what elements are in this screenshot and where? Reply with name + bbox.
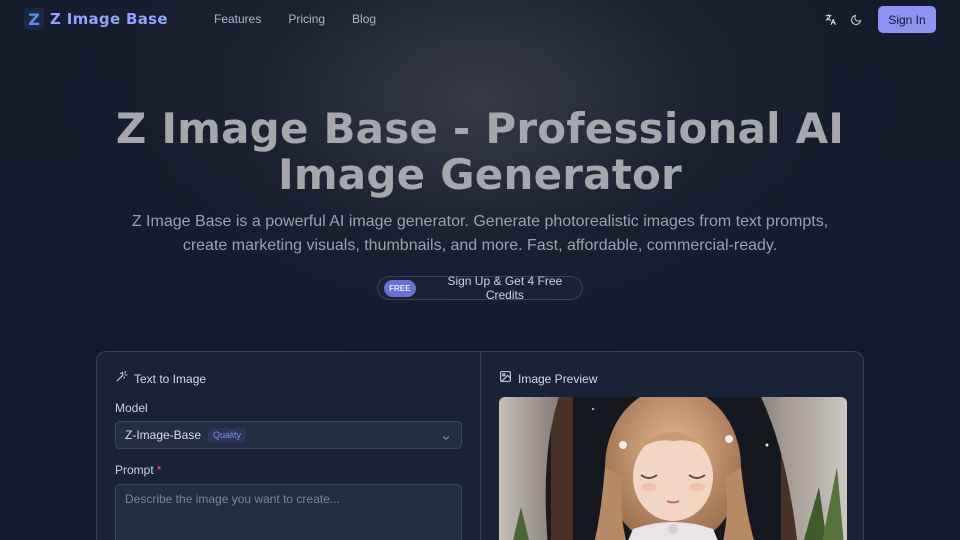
sign-in-button[interactable]: Sign In [878,6,936,33]
hero-title-line-2: Image Generator [278,150,682,199]
image-icon [499,370,512,388]
moon-icon[interactable] [846,10,866,30]
nav-links: Features Pricing Blog [214,12,403,26]
model-value: Z-Image-Base [125,428,202,442]
magic-wand-icon [115,370,128,388]
logo[interactable]: Z Z Image Base [24,8,168,30]
nav-link-features[interactable]: Features [214,12,261,26]
chevron-down-icon [441,430,451,448]
translate-icon[interactable] [820,10,840,30]
generator-panel: Text to Image Model Z-Image-Base Quality… [96,351,864,540]
hero-title-line-1: Z Image Base - Professional AI [115,104,845,153]
logo-text: Z Image Base [50,10,168,28]
preview-illustration [499,397,847,540]
model-select[interactable]: Z-Image-Base Quality [115,421,462,449]
hero-section: Z Image Base - Professional AI Image Gen… [0,106,960,303]
form-header: Text to Image [115,370,206,388]
nav-link-blog[interactable]: Blog [352,12,376,26]
text-to-image-form: Text to Image Model Z-Image-Base Quality… [97,352,481,540]
free-credits-cta[interactable]: FREE Sign Up & Get 4 Free Credits [377,274,583,302]
required-marker: * [156,463,162,477]
logo-mark: Z [24,8,44,30]
form-title: Text to Image [134,372,207,386]
image-preview-panel: Image Preview [481,352,863,540]
preview-title: Image Preview [518,372,598,386]
prompt-label-text: Prompt [115,463,154,477]
hero-title: Z Image Base - Professional AI Image Gen… [0,106,960,198]
model-label: Model [115,401,148,415]
quality-badge: Quality [208,427,247,443]
prompt-label: Prompt * [115,463,161,477]
hero-subtitle: Z Image Base is a powerful AI image gene… [131,213,829,254]
nav-link-pricing[interactable]: Pricing [288,12,325,26]
cta-text: Sign Up & Get 4 Free Credits [447,274,563,302]
top-navbar: Z Z Image Base Features Pricing Blog Sig… [0,0,960,38]
generated-image-preview [499,397,847,540]
free-badge: FREE [384,279,416,297]
nav-actions: Sign In [820,6,936,33]
prompt-input[interactable] [115,484,462,540]
preview-header: Image Preview [499,370,597,388]
